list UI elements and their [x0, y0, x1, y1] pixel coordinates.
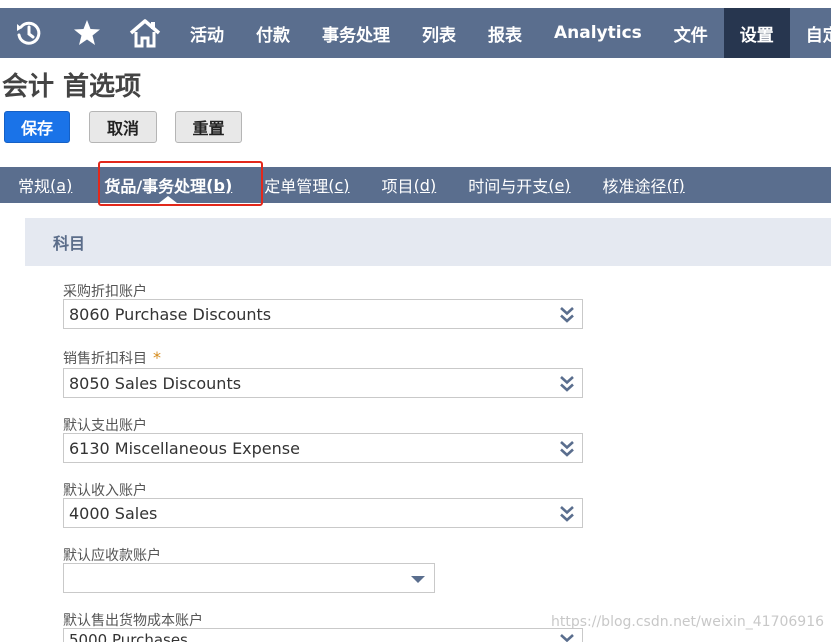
double-chevron-down-icon	[560, 376, 574, 392]
nav-customization[interactable]: 自定	[790, 8, 831, 58]
tab-shortcut: (f)	[666, 175, 685, 195]
tab-order-management[interactable]: 定单管理 (c)	[248, 167, 365, 203]
nav-lists[interactable]: 列表	[406, 8, 472, 58]
save-button[interactable]: 保存	[4, 111, 70, 143]
field-label-default-income: 默认收入账户	[63, 483, 147, 499]
tab-time-expenses[interactable]: 时间与开支 (e)	[452, 167, 586, 203]
sales-discount-account-select[interactable]: 8050 Sales Discounts	[63, 368, 583, 398]
section-header-accounts: 科目	[25, 218, 831, 266]
nav-documents[interactable]: 文件	[658, 8, 724, 58]
select-value: 5000 Purchases	[69, 631, 188, 642]
tab-label: 定单管理	[264, 177, 329, 196]
tab-items-transactions[interactable]: 货品/事务处理 (b)	[88, 167, 248, 203]
field-label-default-expense: 默认支出账户	[63, 418, 147, 434]
nav-transactions[interactable]: 事务处理	[306, 8, 406, 58]
nav-payments[interactable]: 付款	[240, 8, 306, 58]
purchase-discount-account-select[interactable]: 8060 Purchase Discounts	[63, 299, 583, 329]
tab-label: 常规	[18, 177, 51, 196]
caret-down-icon	[411, 576, 425, 583]
field-label-sales-discount: 销售折扣科目 *	[63, 348, 161, 368]
tab-shortcut: (e)	[548, 175, 571, 195]
recent-history-icon[interactable]	[0, 8, 58, 58]
nav-analytics[interactable]: Analytics	[538, 8, 658, 58]
tab-shortcut: (b)	[206, 175, 233, 195]
tab-projects[interactable]: 项目 (d)	[366, 167, 453, 203]
subtab-bar: 常规 (a) 货品/事务处理 (b) 定单管理 (c) 项目 (d) 时间与开支…	[0, 167, 831, 203]
top-nav: 活动 付款 事务处理 列表 报表 Analytics 文件 设置 自定	[0, 8, 831, 58]
tab-general[interactable]: 常规 (a)	[0, 167, 88, 203]
default-receivable-account-select[interactable]	[63, 563, 435, 593]
field-label-default-receivable: 默认应收款账户	[63, 548, 161, 564]
tab-label: 核准途径	[602, 177, 667, 196]
label-text: 销售折扣科目	[63, 351, 147, 367]
tab-label: 货品/事务处理	[104, 177, 207, 196]
tab-shortcut: (a)	[50, 175, 73, 195]
watermark: https://blog.csdn.net/weixin_41706916	[551, 614, 825, 630]
field-label-default-cogs: 默认售出货物成本账户	[63, 613, 203, 629]
star-icon[interactable]	[58, 8, 116, 58]
select-value: 4000 Sales	[69, 503, 158, 523]
home-icon[interactable]	[116, 8, 174, 58]
field-label-purchase-discount: 采购折扣账户	[63, 284, 147, 300]
default-cogs-account-select[interactable]: 5000 Purchases	[63, 628, 583, 642]
nav-setup[interactable]: 设置	[723, 8, 790, 58]
cancel-button[interactable]: 取消	[89, 111, 157, 143]
select-value: 8050 Sales Discounts	[69, 373, 242, 393]
nav-activities[interactable]: 活动	[174, 8, 240, 58]
tab-shortcut: (d)	[413, 175, 437, 195]
double-chevron-down-icon	[560, 634, 574, 642]
nav-reports[interactable]: 报表	[472, 8, 538, 58]
tab-label: 时间与开支	[468, 177, 549, 196]
page-title: 会计 首选项	[2, 72, 142, 102]
tab-label: 项目	[381, 177, 414, 196]
double-chevron-down-icon	[560, 506, 574, 522]
default-expense-account-select[interactable]: 6130 Miscellaneous Expense	[63, 433, 583, 463]
select-value: 6130 Miscellaneous Expense	[69, 438, 300, 458]
active-tab-caret	[159, 196, 178, 203]
double-chevron-down-icon	[560, 307, 574, 323]
select-value: 8060 Purchase Discounts	[69, 304, 272, 324]
default-income-account-select[interactable]: 4000 Sales	[63, 498, 583, 528]
tab-approval-routing[interactable]: 核准途径 (f)	[587, 167, 701, 203]
double-chevron-down-icon	[560, 441, 574, 457]
reset-button[interactable]: 重置	[175, 111, 242, 143]
tab-shortcut: (c)	[328, 175, 350, 195]
required-marker: *	[153, 348, 161, 367]
